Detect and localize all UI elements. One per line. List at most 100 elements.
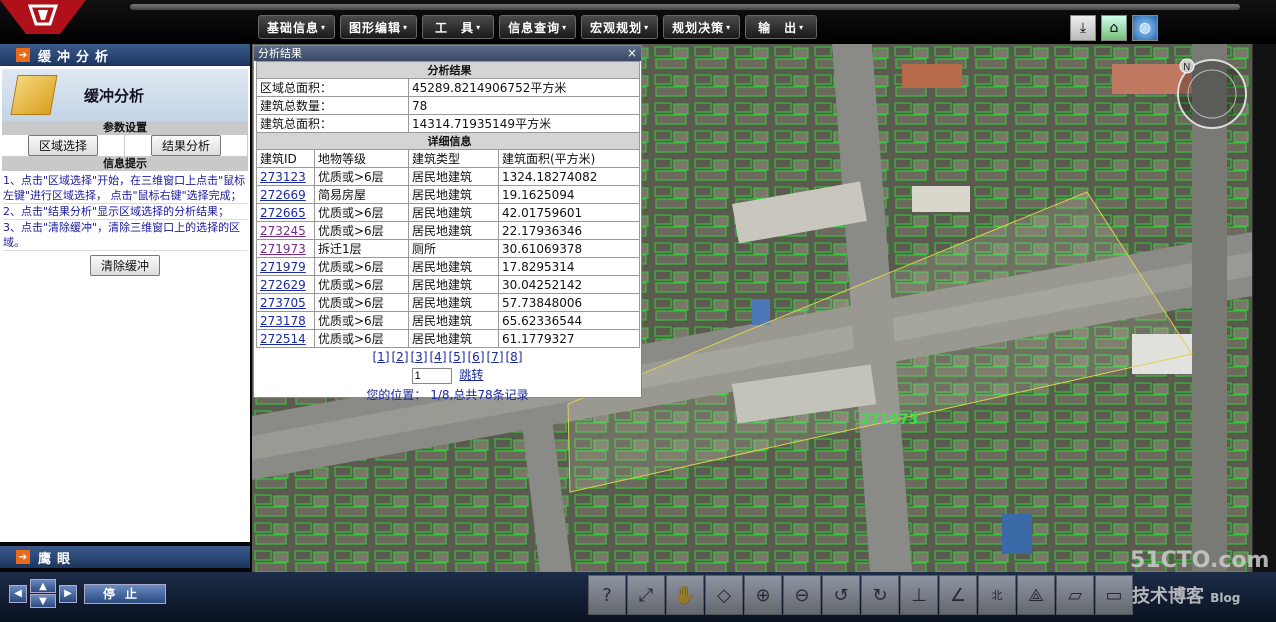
area-cell: 19.1625094 (498, 185, 640, 204)
app-window: 基础信息 ▾ 图形编辑 ▾ 工 具 ▾ 信息查询 ▾ 宏观规划 ▾ 规划决策 ▾ 输 出 ▾ … (0, 0, 1276, 622)
eagle-eye-header-label: 鹰眼 (38, 551, 77, 567)
building-id-link[interactable]: 272514 (260, 332, 306, 346)
type-cell: 居民地建筑 (408, 311, 499, 330)
measure-icon[interactable]: ⤢ (627, 575, 665, 615)
area-cell: 30.04252142 (498, 275, 640, 294)
clear-buffer-button[interactable]: 清除缓冲 (89, 255, 160, 276)
page-jump-input[interactable] (411, 367, 452, 384)
area-cell: 57.73848006 (498, 293, 640, 312)
zoom-out-icon[interactable]: ⊖ (783, 575, 821, 615)
buffer-analysis-icon (10, 75, 58, 115)
grade-cell: 拆迁1层 (314, 239, 409, 258)
detail-header: 详细信息 (256, 132, 640, 150)
top-icon-group: ⤓ ⌂ ◍ (1070, 15, 1158, 41)
building-id-link[interactable]: 273245 (260, 224, 306, 238)
tilt-icon[interactable]: ⟁ (1017, 575, 1055, 615)
buffer-panel-header[interactable]: ➔ 缓冲分析 (0, 44, 250, 66)
column-header: 建筑ID (256, 149, 315, 168)
building-id-link[interactable]: 272665 (260, 206, 306, 220)
download-icon[interactable]: ⤓ (1070, 15, 1096, 41)
zoom-in-icon[interactable]: ⊕ (744, 575, 782, 615)
detail-rows: 273123 优质或>6层 居民地建筑 1324.18274082 272669 简易房屋… (256, 167, 640, 348)
globe-icon[interactable]: ◍ (1132, 15, 1158, 41)
page-link[interactable]: [4] (430, 350, 447, 364)
arrow-down-icon[interactable]: ▼ (30, 594, 56, 608)
north-icon[interactable]: 北 (978, 575, 1016, 615)
column-header: 建筑类型 (408, 149, 499, 168)
bottom-toolbar: ◀ ▲ ▼ ▶ 停止 ? ⤢ ✋ ◇ ⊕ ⊖ ↺ ↻ ⊥ ∠ 北 ⟁ ▱ ▭ (0, 572, 1276, 622)
menu-graphic-edit[interactable]: 图形编辑 ▾ (340, 15, 418, 39)
table-row: 273178 优质或>6层 居民地建筑 65.62336544 (256, 311, 640, 330)
building-id-link[interactable]: 272669 (260, 188, 306, 202)
page-link[interactable]: [2] (392, 350, 409, 364)
angle-icon[interactable]: ∠ (939, 575, 977, 615)
menu-macro-planning[interactable]: 宏观规划 ▾ (581, 15, 659, 39)
summary-row: 建筑总数量： 78 (256, 96, 640, 115)
grade-cell: 优质或>6层 (314, 167, 409, 186)
result-analysis-button[interactable]: 结果分析 (150, 135, 221, 156)
top-decor-line (130, 4, 1240, 10)
arrow-left-icon[interactable]: ◀ (9, 584, 27, 603)
eagle-eye-header[interactable]: ➔ 鹰眼 (0, 546, 250, 568)
main-menu: 基础信息 ▾ 图形编辑 ▾ 工 具 ▾ 信息查询 ▾ 宏观规划 ▾ 规划决策 ▾ 输 出 ▾ (258, 15, 818, 39)
table-row: 273705 优质或>6层 居民地建筑 57.73848006 (256, 293, 640, 312)
menu-tools[interactable]: 工 具 ▾ (422, 15, 495, 39)
type-cell: 居民地建筑 (408, 203, 499, 222)
pan-icon[interactable]: ✋ (666, 575, 704, 615)
building-id-link[interactable]: 273178 (260, 314, 306, 328)
menu-planning-decision[interactable]: 规划决策 ▾ (663, 15, 741, 39)
summary-header: 分析结果 (256, 61, 640, 79)
jump-control: 跳转 (254, 366, 641, 384)
page-link[interactable]: [7] (487, 350, 504, 364)
table-row: 272669 简易房屋 居民地建筑 19.1625094 (256, 185, 640, 204)
building-id-link[interactable]: 273123 (260, 170, 306, 184)
compass-icon[interactable]: N (1177, 58, 1247, 129)
rotate-left-icon[interactable]: ↺ (822, 575, 860, 615)
table-row: 271973 拆迁1层 厕所 30.61069378 (256, 239, 640, 258)
area-cell: 1324.18274082 (498, 167, 640, 186)
arrow-right-icon[interactable]: ▶ (59, 584, 77, 603)
pager: [1] [2] [3] [4] [5] [6] [7] [8] (254, 350, 641, 364)
grade-cell: 优质或>6层 (314, 257, 409, 276)
summary-row: 建筑总面积： 14314.71935149平方米 (256, 114, 640, 133)
arrow-up-icon[interactable]: ▲ (30, 579, 56, 593)
analysis-result-dialog: 分析结果 × 分析结果 区域总面积： 45289.8214906752平方米 建… (253, 45, 642, 402)
ruler-icon[interactable]: ▱ (1056, 575, 1094, 615)
region-select-button[interactable]: 区域选择 (27, 135, 98, 156)
dialog-title: 分析结果 (258, 47, 302, 60)
summary-row: 区域总面积： 45289.8214906752平方米 (256, 78, 640, 97)
ruler-icon[interactable]: ▭ (1095, 575, 1133, 615)
menu-basic-info[interactable]: 基础信息 ▾ (258, 15, 336, 39)
right-scroll-strip[interactable] (1252, 44, 1276, 572)
grade-cell: 优质或>6层 (314, 275, 409, 294)
close-icon[interactable]: × (627, 46, 637, 61)
jump-button[interactable]: 跳转 (459, 368, 483, 382)
building-id-link[interactable]: 273705 (260, 296, 306, 310)
building-id-link[interactable]: 272629 (260, 278, 306, 292)
area-cell: 22.17936346 (498, 221, 640, 240)
param-row: 区域选择 结果分析 (2, 135, 248, 157)
page-link[interactable]: [1] (373, 350, 390, 364)
building-id-link[interactable]: 271973 (260, 242, 306, 256)
page-link[interactable]: [8] (506, 350, 523, 364)
house-icon[interactable]: ⌂ (1101, 15, 1127, 41)
rotate-icon[interactable]: ◇ (705, 575, 743, 615)
watermark-line2: 技术博客 (1132, 586, 1204, 607)
buffer-title: 缓冲分析 (84, 86, 145, 105)
height-icon[interactable]: ⊥ (900, 575, 938, 615)
page-link[interactable]: [6] (468, 350, 485, 364)
area-cell: 42.01759601 (498, 203, 640, 222)
query-icon[interactable]: ? (588, 575, 626, 615)
map-tools: ? ⤢ ✋ ◇ ⊕ ⊖ ↺ ↻ ⊥ ∠ 北 ⟁ ▱ ▭ (588, 575, 1133, 615)
rotate-right-icon[interactable]: ↻ (861, 575, 899, 615)
page-link[interactable]: [5] (449, 350, 466, 364)
menu-info-query[interactable]: 信息查询 ▾ (499, 15, 577, 39)
dialog-titlebar[interactable]: 分析结果 × (254, 46, 641, 61)
stop-button[interactable]: 停止 (84, 583, 166, 604)
type-cell: 居民地建筑 (408, 257, 499, 276)
page-link[interactable]: [3] (411, 350, 428, 364)
building-id-link[interactable]: 271979 (260, 260, 306, 274)
type-cell: 居民地建筑 (408, 329, 499, 348)
menu-output[interactable]: 输 出 ▾ (745, 15, 818, 39)
grade-cell: 优质或>6层 (314, 203, 409, 222)
